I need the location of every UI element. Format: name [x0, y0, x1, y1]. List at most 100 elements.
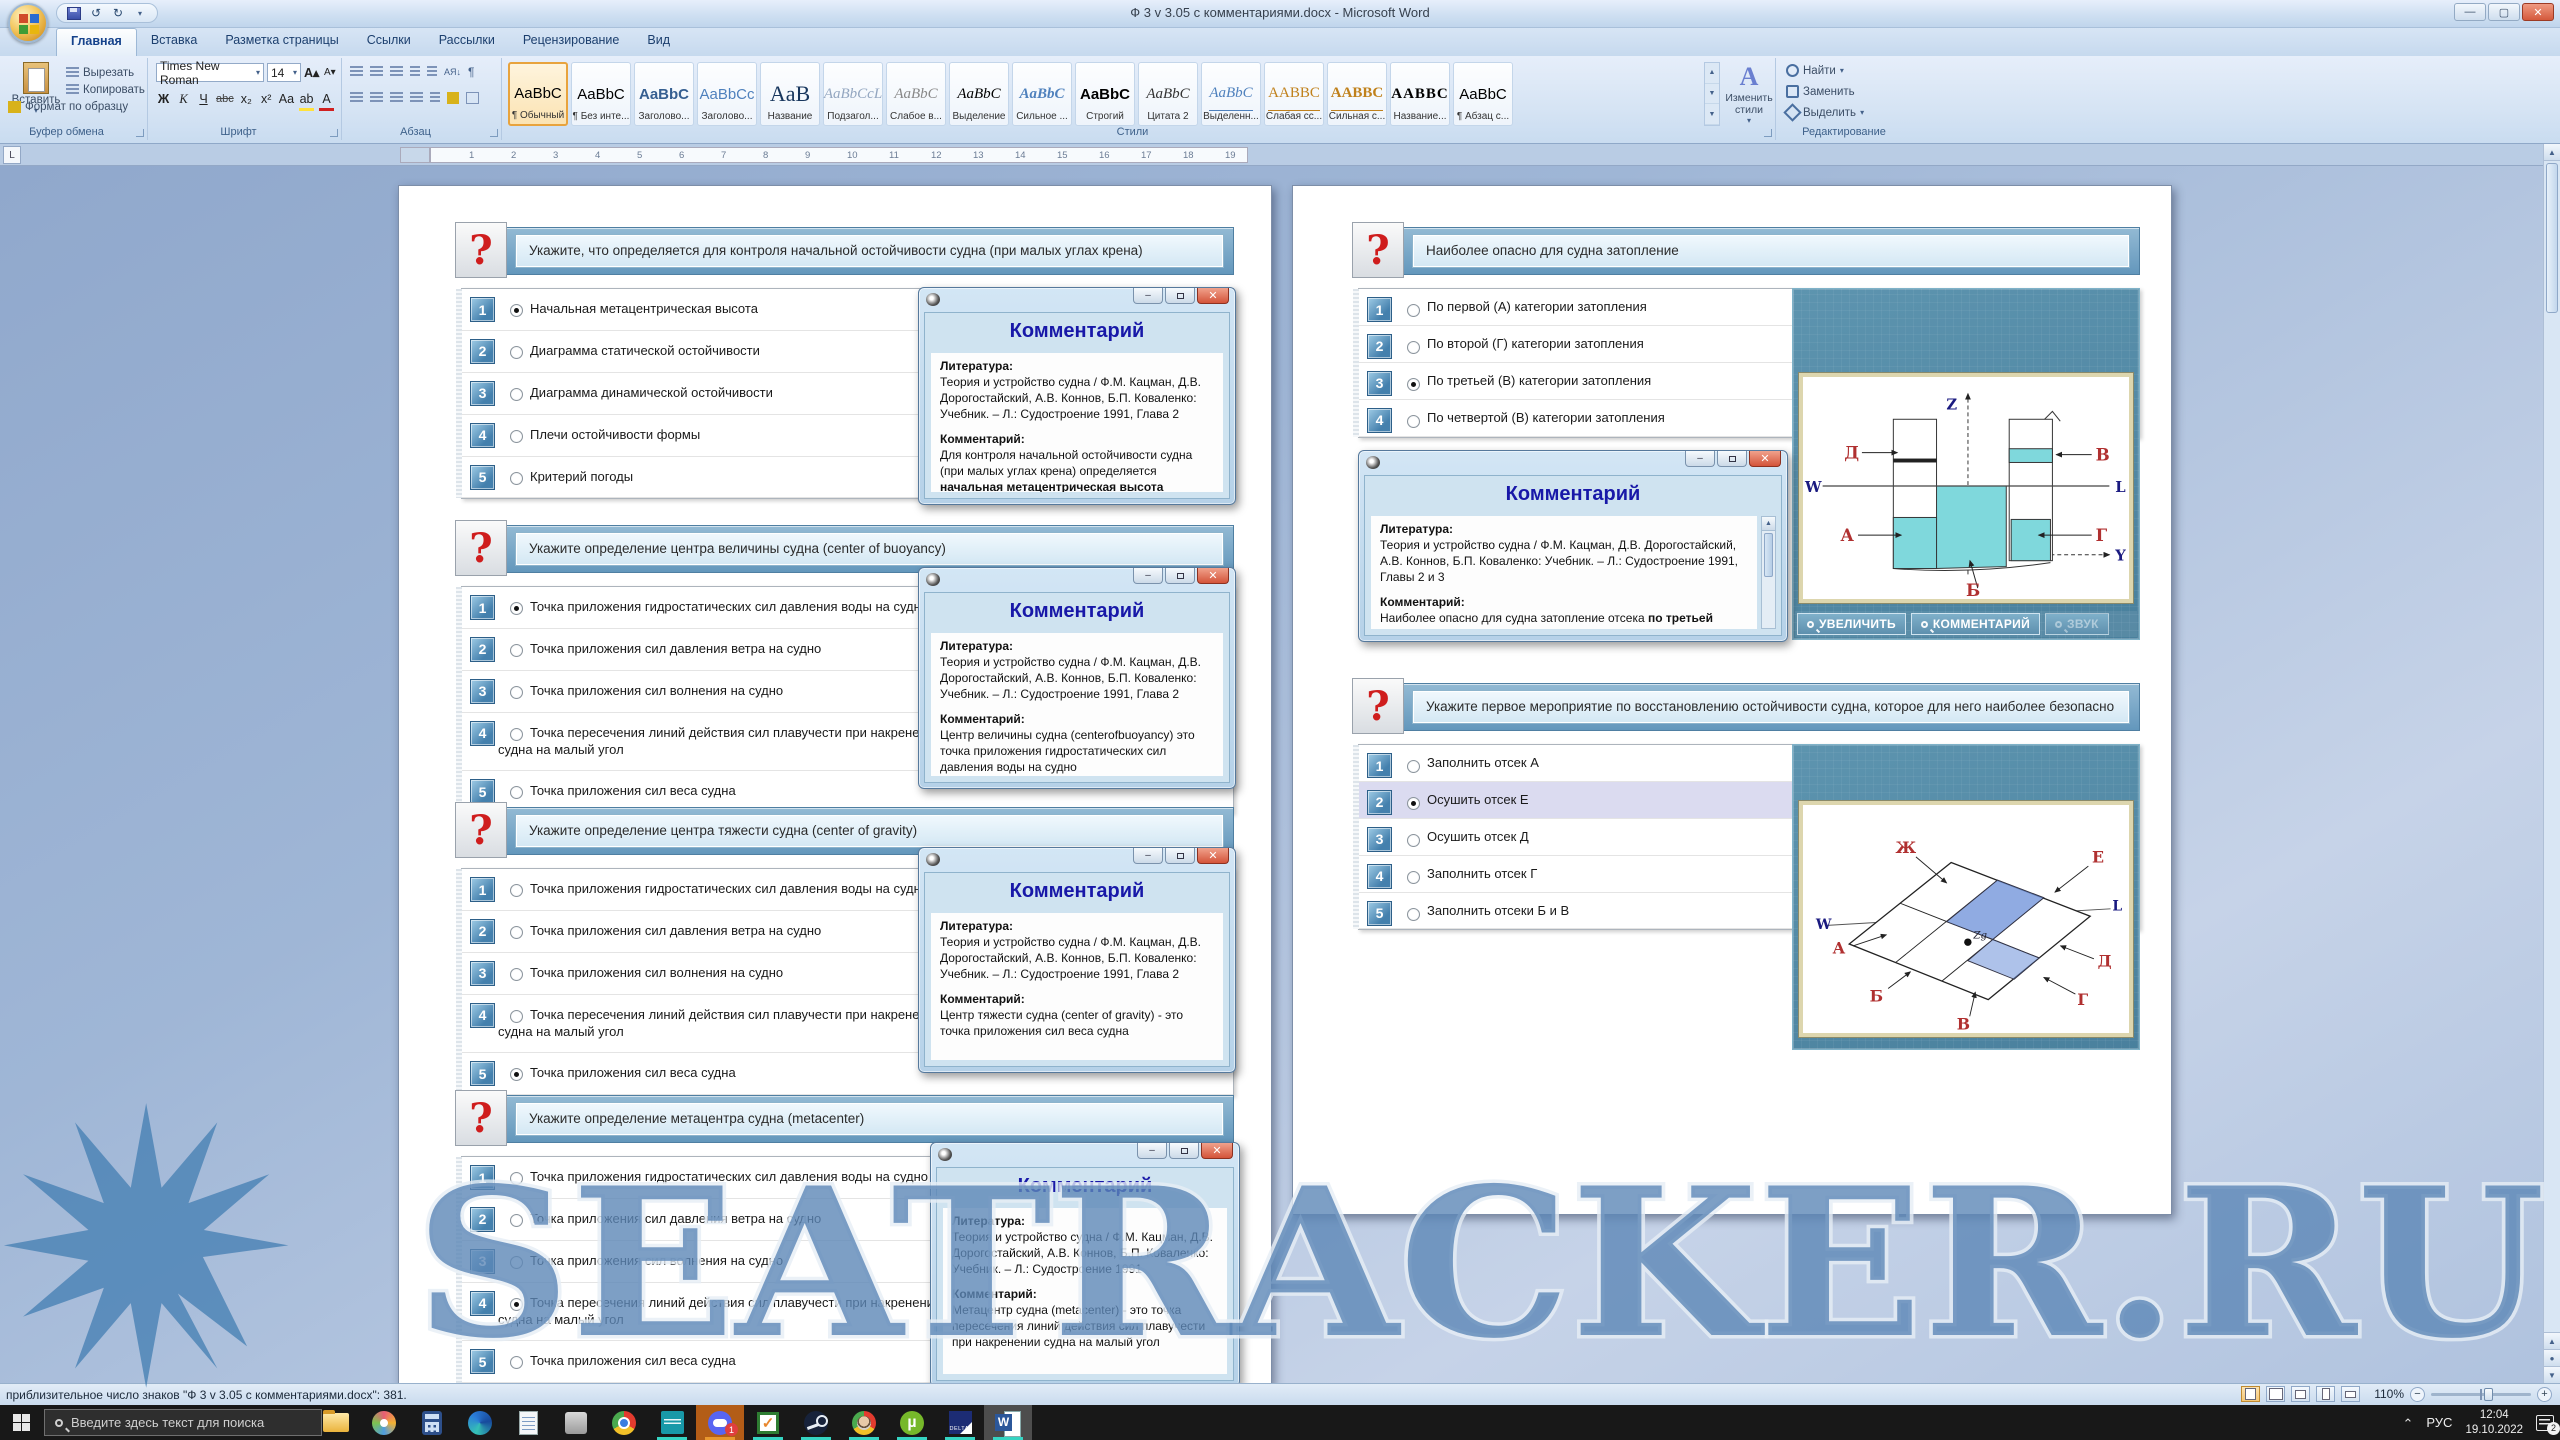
radio-button[interactable] [510, 472, 523, 485]
maximize-button[interactable] [1165, 288, 1195, 304]
style-chip[interactable]: AaBbCСильное ... [1012, 62, 1072, 126]
taskbar-search[interactable]: Введите здесь текст для поиска [44, 1409, 322, 1436]
scroll-up-icon[interactable]: ▲ [2544, 144, 2560, 161]
vertical-scrollbar[interactable]: ▲ ▲ ● ▼ [2543, 144, 2560, 1383]
radio-button[interactable] [1407, 834, 1420, 847]
cut-button[interactable]: Вырезать [66, 64, 145, 81]
bullets-icon[interactable] [350, 66, 363, 78]
zoom-in-button[interactable]: + [2537, 1387, 2552, 1402]
strikethrough-button[interactable]: abc [216, 90, 234, 108]
font-color-button[interactable]: А [319, 90, 334, 108]
radio-button[interactable] [1407, 908, 1420, 921]
select-browse-object-icon[interactable]: ● [2544, 1349, 2560, 1366]
change-styles-button[interactable]: A Изменить стили ▾ [1726, 62, 1772, 126]
gallery-more-icon[interactable]: ▼ [1705, 104, 1719, 125]
radio-button[interactable] [510, 388, 523, 401]
font-family-combobox[interactable]: Times New Roman▾ [156, 63, 264, 82]
highlight-color-button[interactable]: ab [299, 90, 314, 108]
radio-button[interactable] [1407, 378, 1420, 391]
style-chip[interactable]: AaBbC¶ Обычный [508, 62, 568, 126]
radio-button[interactable] [1407, 304, 1420, 317]
minimize-button[interactable]: – [1685, 451, 1715, 467]
bold-button[interactable]: Ж [156, 90, 171, 108]
sort-icon[interactable]: АЯ↓ [444, 67, 461, 77]
justify-icon[interactable] [410, 92, 423, 104]
copy-button[interactable]: Копировать [66, 81, 145, 98]
style-chip[interactable]: AABBCСильная с... [1327, 62, 1387, 126]
subscript-button[interactable]: x₂ [239, 90, 254, 108]
close-button[interactable]: ✕ [1749, 451, 1781, 467]
select-button[interactable]: Выделить▾ [1786, 104, 1910, 121]
minimize-button[interactable]: – [1133, 288, 1163, 304]
dialog-launcher-icon[interactable] [1764, 129, 1772, 137]
style-chip[interactable]: AaBbCЦитата 2 [1138, 62, 1198, 126]
taskbar-app-tasks[interactable]: ✓ [744, 1405, 792, 1440]
style-chip[interactable]: AaBbCcЗаголово... [697, 62, 757, 126]
start-button[interactable] [0, 1405, 42, 1440]
taskbar-app-steam[interactable] [792, 1405, 840, 1440]
taskbar-app-chrome[interactable] [600, 1405, 648, 1440]
view-web-button[interactable] [2291, 1386, 2310, 1402]
change-case-button[interactable]: Aa [279, 90, 294, 108]
dialog-launcher-icon[interactable] [490, 129, 498, 137]
maximize-button[interactable] [1165, 848, 1195, 864]
format-painter-button[interactable]: Формат по образцу [8, 98, 145, 115]
style-chip[interactable]: AaBbCВыделенн... [1201, 62, 1261, 126]
maximize-button[interactable] [1169, 1143, 1199, 1159]
superscript-button[interactable]: x² [259, 90, 274, 108]
widgets-weather-thumbnail[interactable] [260, 1411, 320, 1434]
taskbar-app-calculator[interactable] [408, 1405, 456, 1440]
minimize-button[interactable]: – [1137, 1143, 1167, 1159]
comment-titlebar[interactable]: –✕ [919, 288, 1235, 312]
dialog-launcher-icon[interactable] [330, 129, 338, 137]
radio-button[interactable] [510, 1214, 523, 1227]
next-page-icon[interactable]: ▼ [2544, 1366, 2560, 1383]
zoom-slider[interactable] [2431, 1393, 2531, 1396]
radio-button[interactable] [510, 1010, 523, 1023]
hidden-icons-chevron-icon[interactable]: ⌃ [2402, 1416, 2413, 1432]
close-button[interactable]: ✕ [1201, 1143, 1233, 1159]
underline-button[interactable]: Ч [196, 90, 211, 108]
ribbon-tab[interactable]: Вставка [137, 28, 211, 56]
radio-button[interactable] [510, 968, 523, 981]
radio-button[interactable] [510, 686, 523, 699]
taskbar-app-utorrent[interactable]: µ [888, 1405, 936, 1440]
radio-button[interactable] [510, 884, 523, 897]
radio-button[interactable] [510, 644, 523, 657]
taskbar-app-notepad[interactable] [504, 1405, 552, 1440]
style-chip[interactable]: AaBbCcLПодзагол... [823, 62, 883, 126]
notification-center-icon[interactable]: 2 [2536, 1415, 2554, 1431]
minimize-button[interactable]: – [1133, 848, 1163, 864]
style-chip[interactable]: AaBbC¶ Без инте... [571, 62, 631, 126]
radio-button[interactable] [1407, 341, 1420, 354]
ribbon-tab[interactable]: Главная [56, 28, 137, 56]
align-center-icon[interactable] [370, 92, 383, 104]
horizontal-ruler[interactable]: 12345678910111213141516171819 [0, 144, 2560, 166]
radio-button[interactable] [510, 346, 523, 359]
style-chip[interactable]: AaBbCЗаголово... [634, 62, 694, 126]
decrease-indent-icon[interactable] [410, 66, 420, 78]
radio-button[interactable] [510, 728, 523, 741]
taskbar-app-delta[interactable]: DELTA [936, 1405, 984, 1440]
media-button[interactable]: КОММЕНТАРИЙ [1911, 613, 2040, 635]
ribbon-tab[interactable]: Рассылки [425, 28, 509, 56]
scroll-thumb[interactable] [1764, 533, 1773, 577]
ribbon-tab[interactable]: Разметка страницы [211, 28, 352, 56]
style-chip[interactable]: AaBНазвание [760, 62, 820, 126]
comment-titlebar[interactable]: –✕ [1359, 451, 1787, 475]
multilevel-list-icon[interactable] [390, 66, 403, 78]
radio-button[interactable] [1407, 760, 1420, 773]
comment-titlebar[interactable]: –✕ [919, 848, 1235, 872]
find-button[interactable]: Найти▾ [1786, 62, 1910, 79]
radio-button[interactable] [1407, 871, 1420, 884]
view-outline-button[interactable] [2316, 1386, 2335, 1402]
taskbar-app-discord[interactable]: 1 [696, 1405, 744, 1440]
font-size-combobox[interactable]: 14▾ [267, 63, 301, 82]
ribbon-tab[interactable]: Рецензирование [509, 28, 634, 56]
italic-button[interactable]: К [176, 90, 191, 108]
styles-gallery-scrollbar[interactable]: ▲ ▼ ▼ [1704, 62, 1720, 126]
radio-button[interactable] [510, 602, 523, 615]
pilcrow-icon[interactable]: ¶ [468, 65, 474, 79]
maximize-button[interactable] [1165, 568, 1195, 584]
comment-scrollbar[interactable]: ▲ [1761, 516, 1776, 629]
